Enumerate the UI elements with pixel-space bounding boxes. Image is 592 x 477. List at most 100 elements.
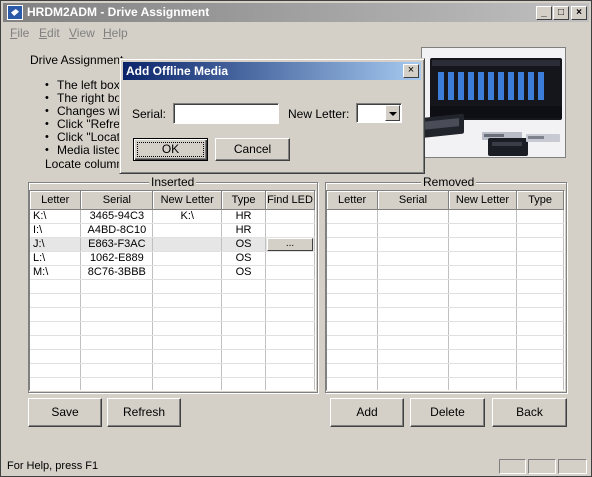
column-header-new-letter[interactable]: New Letter <box>448 191 518 210</box>
cell-serial: E863-F3AC <box>80 237 154 252</box>
cell-serial: A4BD-8C10 <box>80 223 154 238</box>
empty-row <box>327 321 564 336</box>
empty-row <box>30 335 315 350</box>
cell-serial: 8C76-3BBB <box>80 265 154 280</box>
cell-find-led <box>265 265 315 280</box>
cell-letter: M:\ <box>30 265 82 280</box>
new-letter-label: New Letter: <box>288 107 350 121</box>
cell-type: OS <box>221 265 266 280</box>
table-row-selected[interactable]: J:\ E863-F3AC OS ... <box>30 237 315 252</box>
removed-table: Letter Serial New Letter Type <box>327 191 564 390</box>
column-header-type[interactable]: Type <box>221 191 266 210</box>
empty-row <box>327 223 564 238</box>
cell-find-led <box>265 223 315 238</box>
inserted-grid[interactable]: Letter Serial New Letter Type Find LED K… <box>29 190 316 391</box>
main-window: HRDM2ADM - Drive Assignment _ □ × File E… <box>0 0 592 477</box>
column-header-serial[interactable]: Serial <box>377 191 449 210</box>
minimize-button[interactable]: _ <box>536 6 552 20</box>
empty-row <box>327 307 564 322</box>
empty-row <box>327 265 564 280</box>
menu-help[interactable]: Help <box>103 26 128 40</box>
status-pane <box>528 459 556 474</box>
add-offline-media-dialog: Add Offline Media × Serial: New Letter: … <box>119 58 425 174</box>
status-text: For Help, press F1 <box>7 460 99 472</box>
cell-letter: I:\ <box>30 223 82 238</box>
empty-row <box>327 363 564 378</box>
status-pane <box>558 459 587 474</box>
column-header-letter[interactable]: Letter <box>30 191 82 210</box>
column-header-letter[interactable]: Letter <box>327 191 379 210</box>
refresh-button[interactable]: Refresh <box>107 398 181 427</box>
removed-group-label: Removed <box>421 175 477 189</box>
table-row[interactable]: M:\ 8C76-3BBB OS <box>30 265 315 280</box>
dialog-title-bar: Add Offline Media × <box>123 62 421 80</box>
instruction-footer: Locate column i <box>45 157 130 171</box>
serial-label: Serial: <box>132 107 167 121</box>
empty-row <box>327 209 564 224</box>
column-header-find-led[interactable]: Find LED <box>265 191 315 210</box>
cell-new-letter <box>152 265 223 280</box>
empty-row <box>327 279 564 294</box>
cell-type: HR <box>221 223 266 238</box>
table-row[interactable]: I:\ A4BD-8C10 HR <box>30 223 315 238</box>
inserted-group: Inserted Letter Serial New Letter Type F… <box>28 175 318 393</box>
empty-row <box>30 279 315 294</box>
column-header-new-letter[interactable]: New Letter <box>152 191 223 210</box>
cell-type: OS <box>221 237 266 252</box>
serial-input[interactable] <box>173 103 279 124</box>
dialog-title: Add Offline Media <box>126 64 228 78</box>
menu-file[interactable]: File <box>10 26 29 40</box>
status-pane <box>499 459 526 474</box>
cell-serial: 3465-94C3 <box>80 209 154 224</box>
removed-group: Removed Letter Serial New Letter Type <box>325 175 567 393</box>
cell-new-letter <box>152 223 223 238</box>
cell-new-letter: K:\ <box>152 209 223 224</box>
menu-view[interactable]: View <box>69 26 95 40</box>
cell-find-led <box>265 209 315 224</box>
empty-row <box>327 377 564 390</box>
add-button[interactable]: Add <box>330 398 404 427</box>
cell-find-led: ... <box>265 237 315 252</box>
empty-row <box>30 363 315 378</box>
cell-new-letter <box>152 237 223 252</box>
cell-find-led <box>265 251 315 266</box>
save-button[interactable]: Save <box>28 398 102 427</box>
ok-button[interactable]: OK <box>133 138 208 161</box>
empty-row <box>327 293 564 308</box>
cancel-button[interactable]: Cancel <box>215 138 290 161</box>
find-led-button[interactable]: ... <box>266 237 313 250</box>
removed-grid[interactable]: Letter Serial New Letter Type <box>326 190 565 391</box>
app-icon <box>7 5 23 20</box>
status-bar: For Help, press F1 <box>3 457 589 476</box>
empty-row <box>327 335 564 350</box>
column-header-serial[interactable]: Serial <box>80 191 154 210</box>
menu-bar: File Edit View Help <box>3 24 589 42</box>
chevron-down-icon[interactable] <box>385 105 400 121</box>
empty-row <box>30 307 315 322</box>
table-row[interactable]: K:\ 3465-94C3 K:\ HR <box>30 209 315 224</box>
empty-row <box>30 321 315 336</box>
cell-letter: L:\ <box>30 251 82 266</box>
menu-edit[interactable]: Edit <box>39 26 60 40</box>
new-letter-select[interactable] <box>356 103 402 123</box>
cell-type: HR <box>221 209 266 224</box>
close-button[interactable]: × <box>571 6 587 20</box>
back-button[interactable]: Back <box>492 398 567 427</box>
empty-row <box>327 251 564 266</box>
empty-row <box>30 293 315 308</box>
cell-serial: 1062-E889 <box>80 251 154 266</box>
maximize-button[interactable]: □ <box>553 6 569 20</box>
delete-button[interactable]: Delete <box>410 398 485 427</box>
column-header-type[interactable]: Type <box>516 191 564 210</box>
focus-rect <box>137 142 204 157</box>
empty-row <box>327 237 564 252</box>
cell-letter: K:\ <box>30 209 82 224</box>
inserted-table: Letter Serial New Letter Type Find LED K… <box>30 191 315 390</box>
cell-letter: J:\ <box>30 237 82 252</box>
cell-new-letter <box>152 251 223 266</box>
dialog-close-button[interactable]: × <box>403 64 419 78</box>
table-row[interactable]: L:\ 1062-E889 OS <box>30 251 315 266</box>
empty-row <box>30 377 315 390</box>
window-title: HRDM2ADM - Drive Assignment <box>27 5 210 19</box>
drive-assignment-heading: Drive Assignment <box>30 53 124 67</box>
